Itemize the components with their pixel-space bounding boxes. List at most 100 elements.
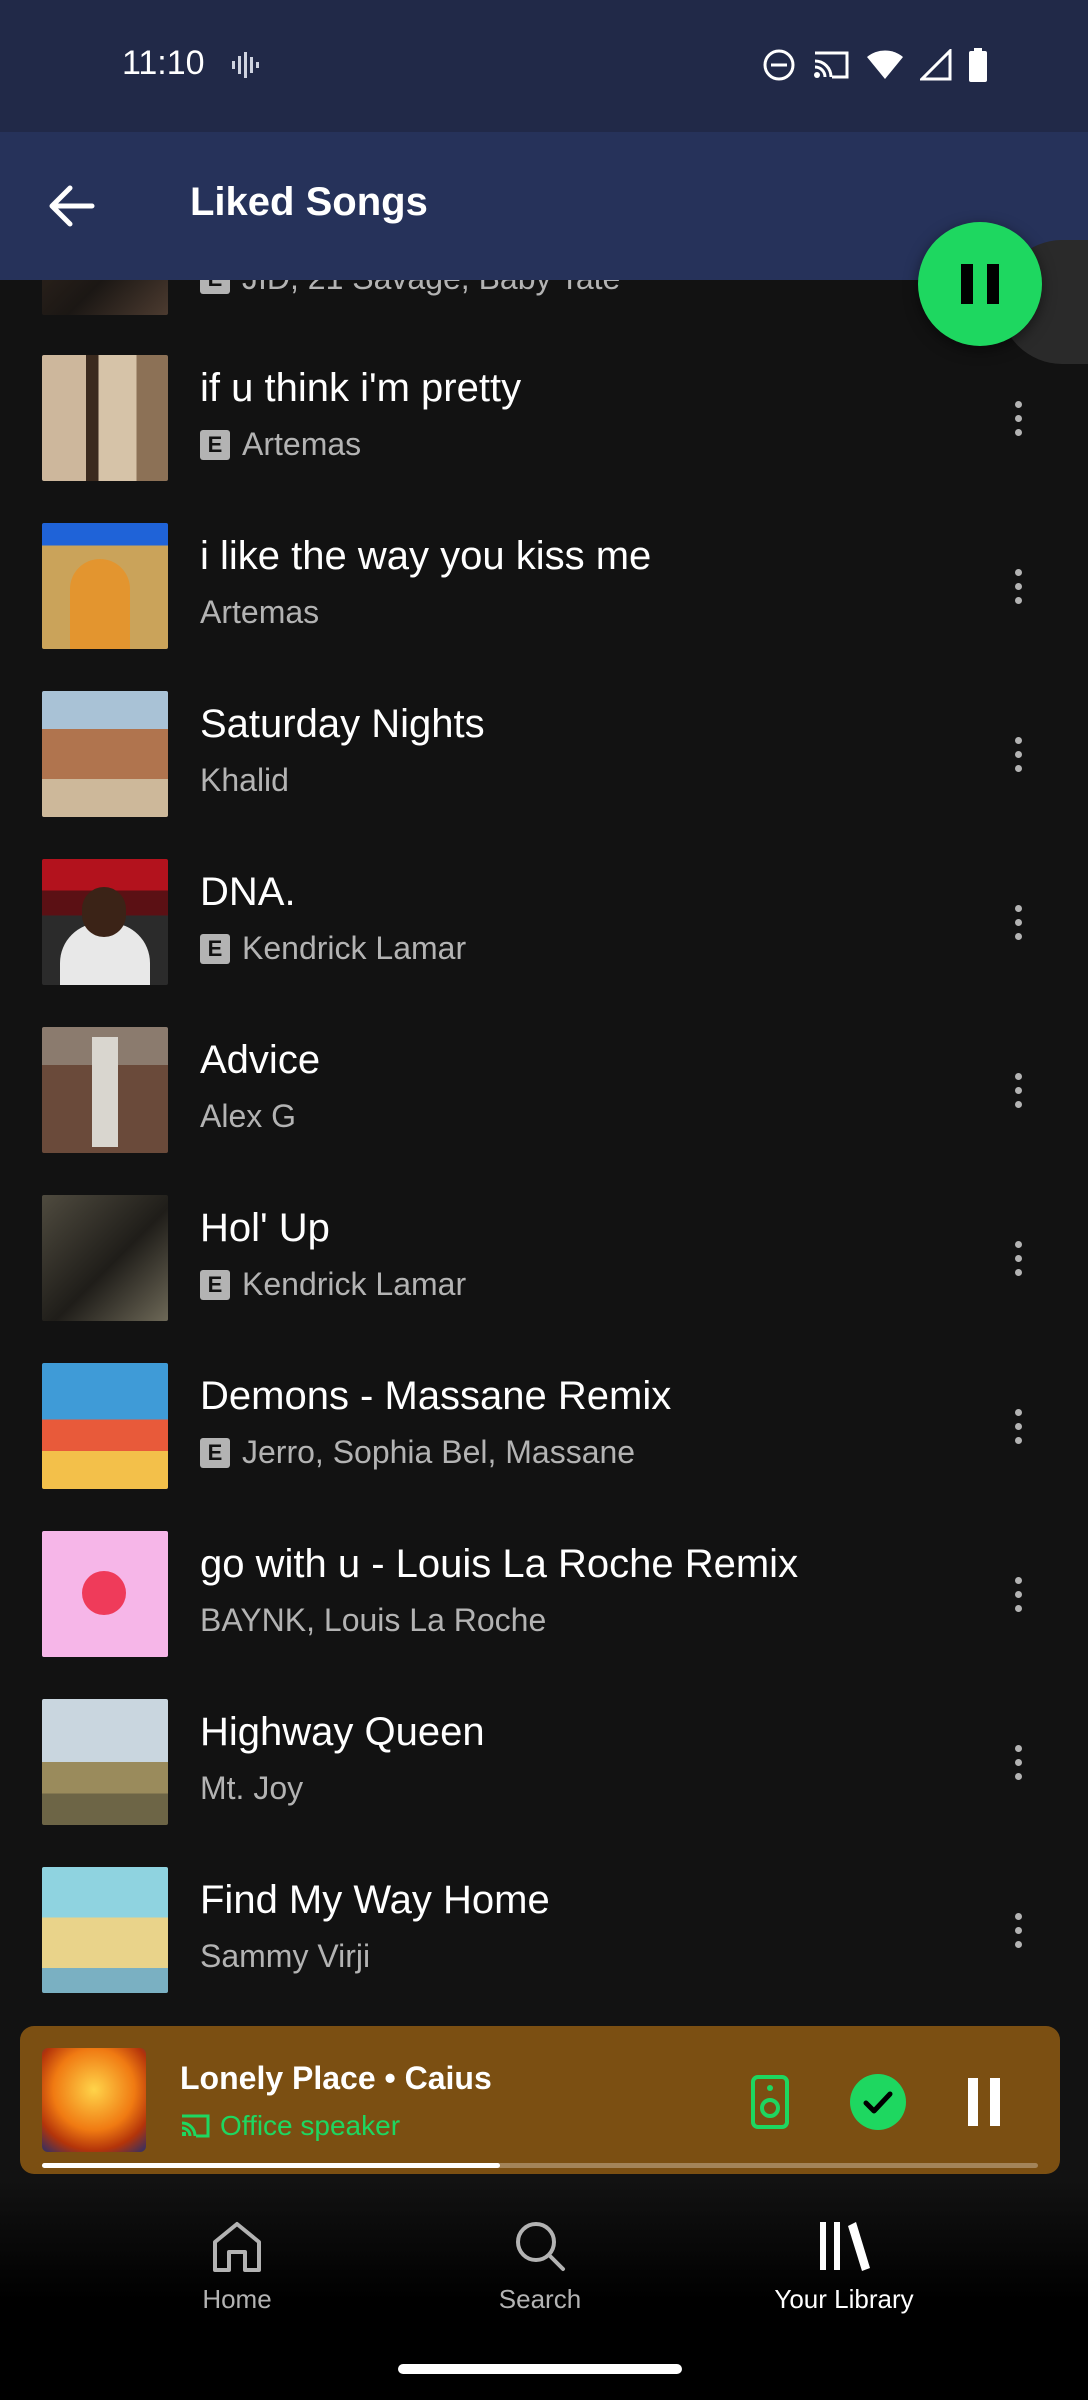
pause-icon (961, 264, 973, 304)
song-title: Saturday Nights (200, 702, 485, 746)
list-item[interactable]: go with u - Louis La Roche Remix BAYNK, … (0, 1510, 1088, 1678)
speaker-icon (751, 2075, 789, 2129)
explicit-badge: E (200, 1437, 230, 1468)
song-artist-row: BAYNK, Louis La Roche (200, 1602, 546, 1639)
more-options-button[interactable] (990, 558, 1046, 614)
album-art (42, 1699, 168, 1825)
list-item[interactable]: Demons - Massane Remix E Jerro, Sophia Be… (0, 1342, 1088, 1510)
list-item[interactable]: i like the way you kiss me Artemas (0, 502, 1088, 670)
home-icon (213, 2222, 261, 2272)
check-circle-icon (850, 2074, 906, 2130)
more-options-button[interactable] (990, 390, 1046, 446)
more-options-button[interactable] (990, 1566, 1046, 1622)
song-title: Advice (200, 1038, 321, 1082)
explicit-badge: E (200, 429, 230, 460)
page-title: Liked Songs (190, 180, 428, 224)
album-art (42, 280, 168, 315)
song-artist-row: Artemas (200, 594, 319, 631)
song-title: Find My Way Home (200, 1878, 550, 1922)
list-item[interactable]: Hol' Up E Kendrick Lamar (0, 1174, 1088, 1342)
pause-button[interactable] (918, 222, 1042, 346)
pause-icon (968, 2078, 1000, 2126)
now-playing-album-art (42, 2048, 146, 2152)
mini-pause-button[interactable] (952, 2070, 1016, 2134)
album-art (42, 1531, 168, 1657)
nav-label: Home (202, 2284, 272, 2314)
nav-label: Search (498, 2284, 582, 2314)
explicit-badge: E (200, 1269, 230, 1300)
song-title: DNA. (200, 870, 296, 914)
song-artist-row: E JID, 21 Savage, Baby Tate (200, 280, 620, 297)
list-item[interactable]: DNA. E Kendrick Lamar (0, 838, 1088, 1006)
list-item[interactable]: Saturday Nights Khalid (0, 670, 1088, 838)
list-item[interactable]: if u think i'm pretty E Artemas (0, 334, 1088, 502)
more-options-button[interactable] (990, 1734, 1046, 1790)
album-art (42, 859, 168, 985)
explicit-badge: E (200, 280, 230, 294)
device-name: Office speaker (220, 2110, 401, 2141)
song-artist: Kendrick Lamar (242, 930, 467, 966)
playback-progress-fill (42, 2163, 501, 2168)
song-artist: Mt. Joy (200, 1770, 304, 1806)
album-art (42, 1195, 168, 1321)
song-artist-row: E Kendrick Lamar (200, 930, 466, 967)
album-art (42, 1027, 168, 1153)
song-title: Highway Queen (200, 1710, 485, 1754)
song-title: i like the way you kiss me (200, 534, 652, 578)
song-artist-row: Khalid (200, 762, 289, 799)
song-artist: Sammy Virji (200, 1938, 371, 1974)
list-item[interactable]: Advice Alex G (0, 1006, 1088, 1174)
song-artist-row: Mt. Joy (200, 1770, 303, 1807)
album-art (42, 355, 168, 481)
home-indicator[interactable] (398, 2364, 682, 2374)
song-title: Hol' Up (200, 1206, 330, 1250)
song-title: if u think i'm pretty (200, 366, 522, 410)
more-options-button[interactable] (990, 726, 1046, 782)
list-item[interactable]: Highway Queen Mt. Joy (0, 1678, 1088, 1846)
song-list[interactable]: E JID, 21 Savage, Baby Tate if u think i'… (0, 280, 1088, 2026)
nav-search[interactable]: Search (420, 2216, 660, 2315)
song-artist-row: E Kendrick Lamar (200, 1266, 466, 1303)
now-playing-device: Office speaker (180, 2110, 400, 2142)
song-artist: Artemas (200, 594, 320, 630)
cast-icon (812, 49, 850, 86)
nav-home[interactable]: Home (117, 2216, 357, 2315)
status-bar: 11:10 (0, 0, 1088, 132)
album-art (42, 691, 168, 817)
song-artist: Jerro, Sophia Bel, Massane (242, 1434, 636, 1470)
back-arrow-icon (49, 185, 95, 227)
dnd-icon (762, 48, 796, 87)
song-artist: Kendrick Lamar (242, 1266, 467, 1302)
song-artist-row: Sammy Virji (200, 1938, 370, 1975)
liked-button[interactable] (846, 2070, 910, 2134)
nav-your-library[interactable]: Your Library (724, 2216, 964, 2315)
cast-icon (181, 2114, 210, 2138)
more-options-button[interactable] (990, 1062, 1046, 1118)
status-time: 11:10 (122, 44, 205, 82)
song-artist: JID, 21 Savage, Baby Tate (242, 280, 620, 297)
soundwave-icon (230, 50, 260, 85)
connect-device-button[interactable] (738, 2070, 802, 2134)
explicit-badge: E (200, 933, 230, 964)
song-artist: Khalid (200, 762, 289, 798)
search-icon (516, 2222, 565, 2271)
back-button[interactable] (36, 172, 104, 240)
song-artist-row: E Artemas (200, 426, 361, 463)
song-artist: Artemas (242, 426, 362, 462)
signal-icon (918, 47, 952, 86)
song-artist: BAYNK, Louis La Roche (200, 1602, 547, 1638)
status-icons (762, 47, 988, 87)
wifi-icon (866, 49, 904, 86)
library-icon (820, 2222, 870, 2271)
more-options-button[interactable] (990, 1902, 1046, 1958)
song-title: Demons - Massane Remix (200, 1374, 672, 1418)
now-playing-title: Lonely Place • Caius (180, 2060, 492, 2096)
more-options-button[interactable] (990, 1398, 1046, 1454)
more-options-button[interactable] (990, 1230, 1046, 1286)
battery-icon (968, 48, 988, 87)
now-playing-bar[interactable]: Lonely Place • Caius Office speaker (20, 2026, 1060, 2174)
more-options-button[interactable] (990, 894, 1046, 950)
song-artist-row: Alex G (200, 1098, 296, 1135)
album-art (42, 523, 168, 649)
list-item[interactable]: Find My Way Home Sammy Virji (0, 1846, 1088, 2014)
